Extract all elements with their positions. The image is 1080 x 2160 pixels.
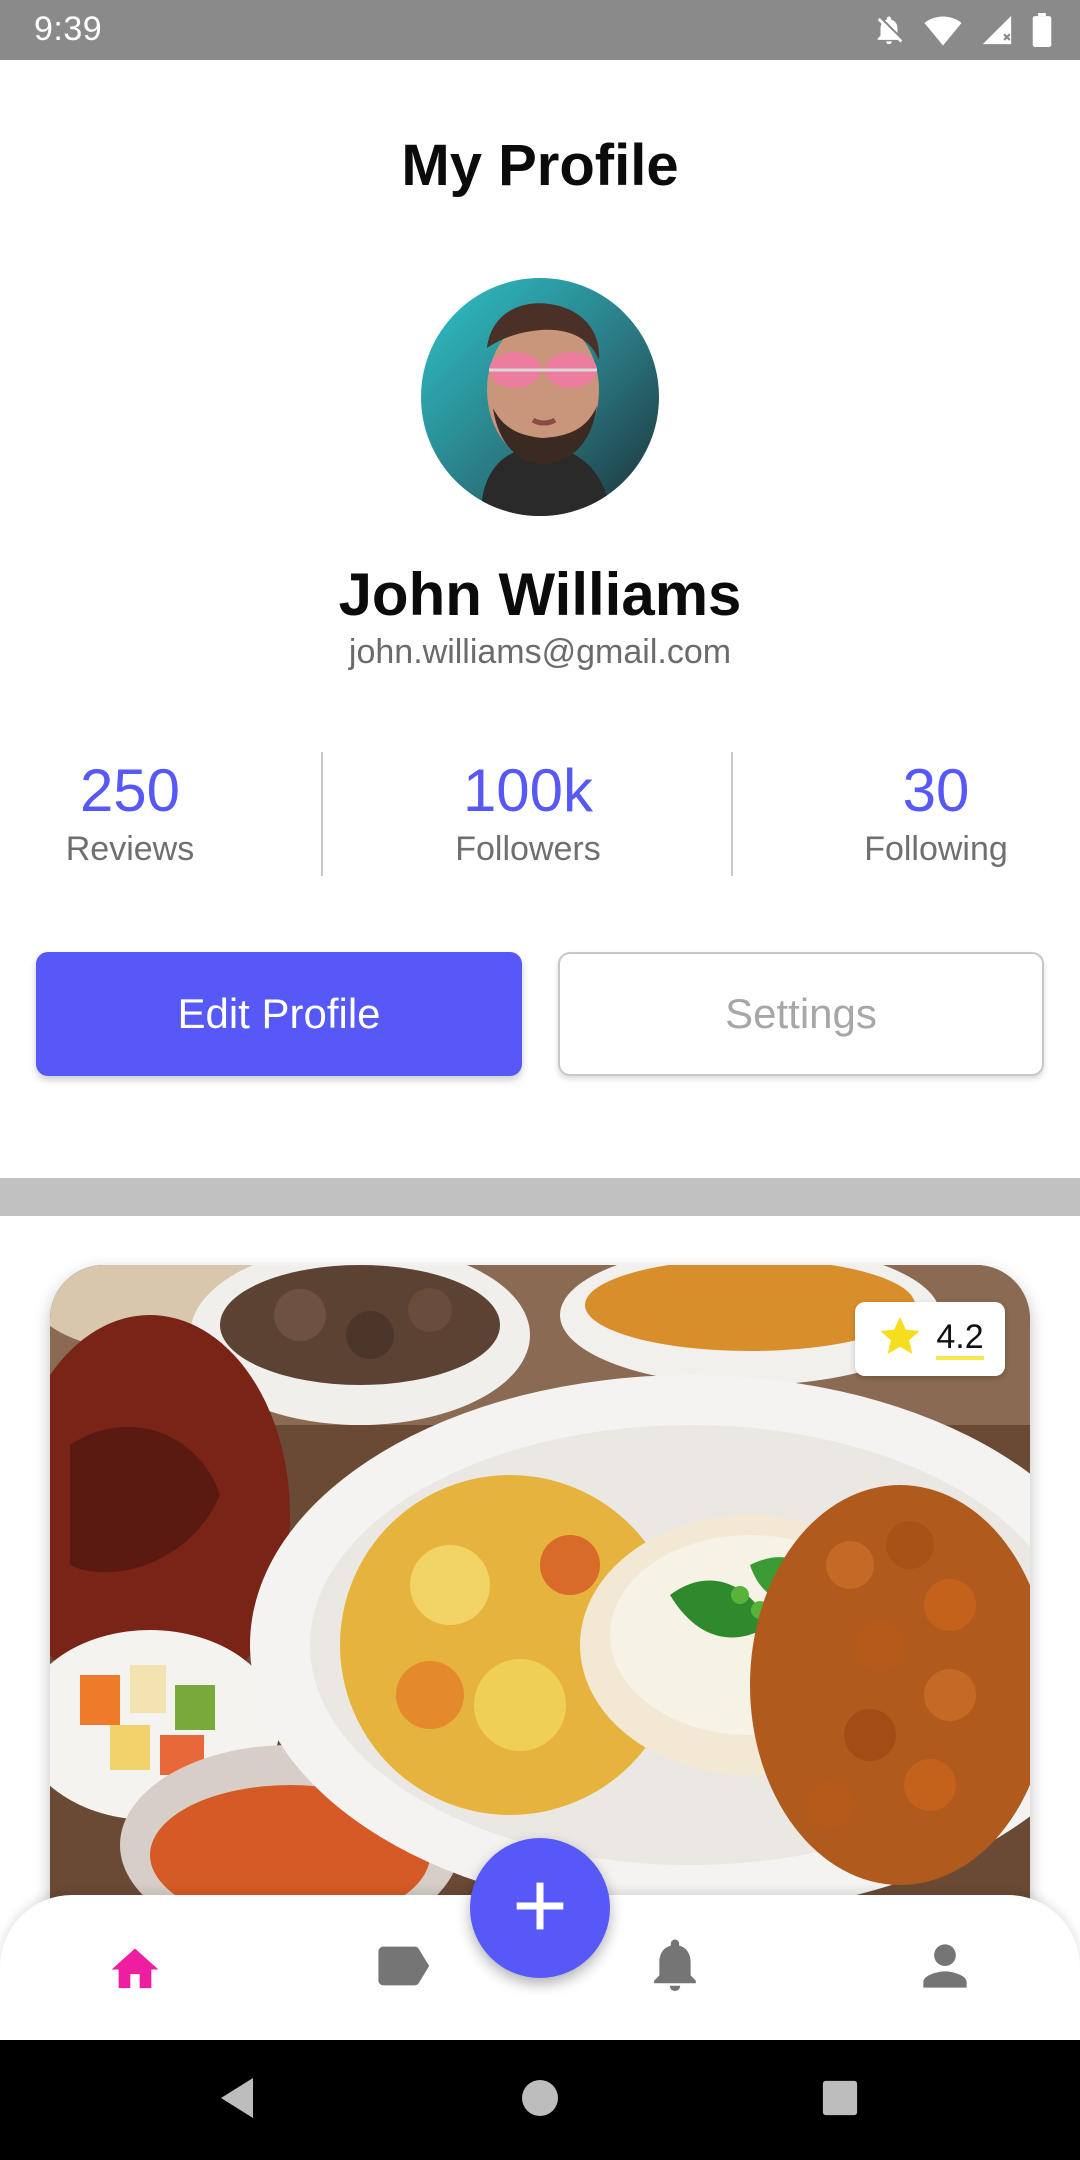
plus-icon — [512, 1878, 568, 1939]
wifi-icon — [924, 13, 962, 47]
bell-icon — [650, 1938, 700, 1999]
user-name: John Williams — [338, 561, 742, 628]
rating-badge: 4.2 — [855, 1302, 1005, 1376]
settings-button[interactable]: Settings — [558, 952, 1044, 1076]
back-button[interactable] — [215, 2076, 259, 2125]
signal-icon — [980, 13, 1014, 47]
status-time: 9:39 — [34, 10, 103, 48]
followers-count: 100k — [462, 757, 594, 824]
star-icon — [876, 1313, 924, 1366]
battery-icon — [1032, 13, 1052, 47]
edit-profile-button[interactable]: Edit Profile — [36, 952, 522, 1076]
page-title: My Profile — [401, 133, 679, 198]
rating-value: 4.2 — [936, 1318, 984, 1360]
following-count: 30 — [902, 757, 970, 824]
add-post-button[interactable] — [470, 1838, 610, 1978]
following-label: Following — [864, 830, 1008, 868]
reviews-label: Reviews — [65, 830, 195, 868]
followers-label: Followers — [455, 830, 601, 868]
stat-followers[interactable]: 100k Followers — [398, 755, 658, 871]
stat-divider — [731, 752, 733, 876]
recents-button[interactable] — [818, 2078, 862, 2122]
reviews-count: 250 — [79, 757, 181, 824]
nav-profile[interactable] — [910, 1938, 980, 1998]
notifications-off-icon — [872, 13, 906, 47]
nav-home[interactable] — [100, 1938, 170, 1998]
system-nav-bar — [0, 2040, 1080, 2160]
tag-icon — [376, 1944, 434, 1993]
user-email: john.williams@gmail.com — [348, 633, 732, 671]
recents-square-icon — [821, 2079, 859, 2122]
home-icon — [107, 1941, 163, 1996]
section-separator — [0, 1178, 1080, 1216]
nav-tags[interactable] — [370, 1938, 440, 1998]
stat-following[interactable]: 30 Following — [826, 755, 1046, 871]
nav-notifications[interactable] — [640, 1938, 710, 1998]
status-icons — [872, 12, 1052, 48]
person-icon — [919, 1940, 971, 1997]
avatar[interactable] — [421, 278, 659, 516]
home-button[interactable] — [518, 2078, 562, 2122]
stat-divider — [321, 752, 323, 876]
home-circle-icon — [520, 2078, 560, 2123]
stat-reviews[interactable]: 250 Reviews — [30, 755, 230, 871]
back-triangle-icon — [217, 2076, 257, 2125]
status-bar: 9:39 — [0, 0, 1080, 60]
